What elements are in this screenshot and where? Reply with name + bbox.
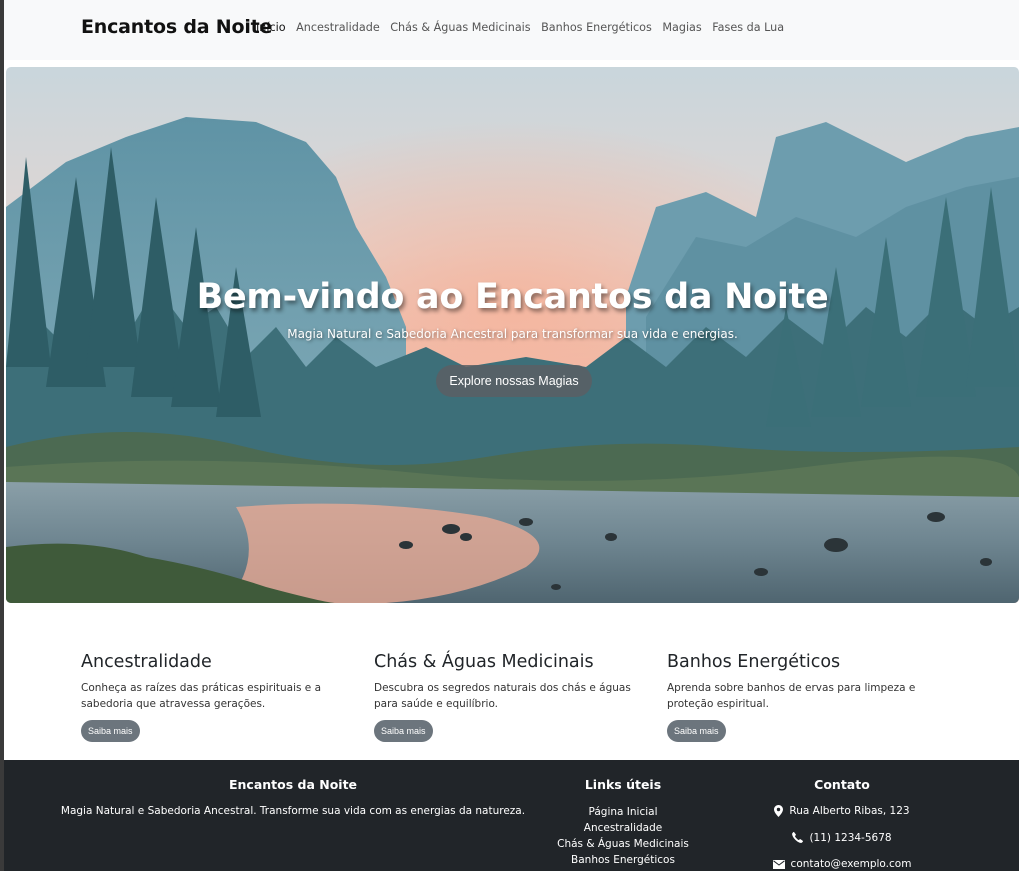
footer-link-chas-aguas[interactable]: Chás & Águas Medicinais: [524, 836, 722, 852]
window-edge: [0, 0, 4, 871]
footer-about: Encantos da Noite Magia Natural e Sabedo…: [34, 777, 552, 818]
feature-title: Ancestralidade: [81, 652, 212, 672]
feature-text: Descubra os segredos naturais dos chás e…: [374, 682, 631, 710]
brand-logo[interactable]: Encantos da Noite: [81, 16, 272, 38]
contact-phone-text: (11) 1234-5678: [809, 831, 892, 844]
nav-link-fases-lua[interactable]: Fases da Lua: [712, 21, 784, 34]
contact-address-text: Rua Alberto Ribas, 123: [789, 805, 910, 818]
explore-magias-button[interactable]: Explore nossas Magias: [436, 365, 592, 397]
envelope-icon: [772, 859, 785, 869]
feature-banhos: Banhos Energéticos Aprenda sobre banhos …: [667, 652, 947, 742]
feature-text: Conheça as raízes das práticas espiritua…: [81, 682, 322, 710]
feature-chas-aguas: Chás & Águas Medicinais Descubra os segr…: [374, 652, 654, 742]
nav-link-inicio[interactable]: Início: [256, 21, 286, 34]
footer-links: Links úteis Página Inicial Ancestralidad…: [524, 777, 722, 868]
contact-phone: (11) 1234-5678: [744, 825, 940, 852]
footer-links-list: Página Inicial Ancestralidade Chás & Águ…: [524, 804, 722, 868]
feature-text: Aprenda sobre banhos de ervas para limpe…: [667, 682, 916, 710]
nav-link-banhos[interactable]: Banhos Energéticos: [541, 21, 652, 34]
feature-title: Banhos Energéticos: [667, 652, 841, 672]
footer-contact-title: Contato: [814, 777, 870, 792]
hero-title: Bem-vindo ao Encantos da Noite: [196, 277, 829, 317]
hero-banner: Bem-vindo ao Encantos da Noite Magia Nat…: [6, 67, 1019, 603]
navbar: Encantos da Noite Início Ancestralidade …: [4, 0, 1019, 60]
contact-email-text[interactable]: contato@exemplo.com: [791, 858, 912, 870]
saiba-mais-button[interactable]: Saiba mais: [667, 720, 726, 742]
feature-title: Chás & Águas Medicinais: [374, 652, 594, 672]
saiba-mais-button[interactable]: Saiba mais: [374, 720, 433, 742]
nav-links: Início Ancestralidade Chás & Águas Medic…: [256, 21, 784, 34]
phone-icon: [792, 832, 804, 844]
footer-link-pagina-inicial[interactable]: Página Inicial: [524, 804, 722, 820]
nav-link-ancestralidade[interactable]: Ancestralidade: [296, 21, 380, 34]
hero-subtitle: Magia Natural e Sabedoria Ancestral para…: [287, 327, 738, 341]
footer-about-title: Encantos da Noite: [228, 777, 358, 792]
contact-address: Rua Alberto Ribas, 123: [744, 798, 940, 825]
map-pin-icon: [774, 805, 784, 818]
nav-link-magias[interactable]: Magias: [662, 21, 701, 34]
footer-link-ancestralidade[interactable]: Ancestralidade: [524, 820, 722, 836]
footer-links-title: Links úteis: [584, 777, 662, 792]
footer-link-banhos[interactable]: Banhos Energéticos: [524, 852, 722, 868]
nav-link-chas-aguas[interactable]: Chás & Águas Medicinais: [390, 21, 530, 34]
feature-ancestralidade: Ancestralidade Conheça as raízes das prá…: [81, 652, 361, 742]
footer: Encantos da Noite Magia Natural e Sabedo…: [4, 760, 1019, 871]
contact-email: contato@exemplo.com: [744, 851, 940, 871]
saiba-mais-button[interactable]: Saiba mais: [81, 720, 140, 742]
footer-about-text: Magia Natural e Sabedoria Ancestral. Tra…: [60, 805, 526, 817]
footer-contact: Contato Rua Alberto Ribas, 123 (11) 1234…: [744, 777, 940, 871]
